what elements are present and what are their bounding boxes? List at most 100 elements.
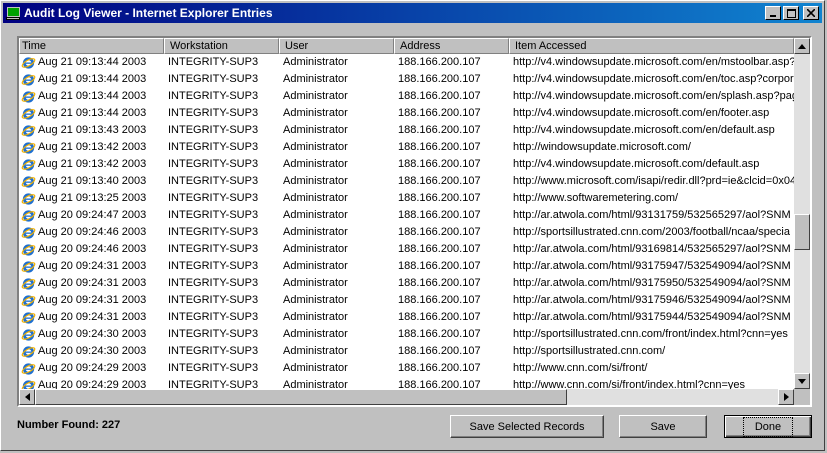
cell-time: Aug 21 09:13:43 2003 [19,122,164,139]
column-header-address[interactable]: Address [394,38,509,54]
table-row[interactable]: Aug 20 09:24:31 2003 INTEGRITY-SUP3 Admini… [19,292,794,309]
table-row[interactable]: Aug 20 09:24:47 2003 INTEGRITY-SUP3 Admini… [19,207,794,224]
cell-workstation: INTEGRITY-SUP3 [168,56,259,68]
table-row[interactable]: Aug 20 09:24:29 2003 INTEGRITY-SUP3 Admini… [19,377,794,389]
internet-explorer-icon [21,276,36,291]
save-label: Save [650,420,676,433]
cell-time: Aug 20 09:24:29 2003 [19,360,164,377]
window-title: Audit Log Viewer - Internet Explorer Ent… [24,6,273,20]
cell-time-text: Aug 20 09:24:31 2003 [38,294,147,306]
close-button[interactable] [803,6,819,20]
title-bar[interactable]: Audit Log Viewer - Internet Explorer Ent… [3,3,822,23]
cell-user: Administrator [283,362,348,374]
vertical-scroll-thumb[interactable] [794,214,810,250]
scroll-down-button[interactable] [794,373,810,389]
cell-address: 188.166.200.107 [398,345,481,357]
table-row[interactable]: Aug 21 09:13:44 2003 INTEGRITY-SUP3 Admini… [19,71,794,88]
cell-item-accessed: http://v4.windowsupdate.microsoft.com/en… [513,124,775,136]
cell-workstation: INTEGRITY-SUP3 [168,158,259,170]
cell-item-accessed: http://v4.windowsupdate.microsoft.com/de… [513,158,760,170]
cell-user: Administrator [283,243,348,255]
cell-address: 188.166.200.107 [398,73,481,85]
column-header-item-accessed[interactable]: Item Accessed [509,38,794,54]
table-row[interactable]: Aug 20 09:24:31 2003 INTEGRITY-SUP3 Admini… [19,309,794,326]
arrow-left-icon [24,393,30,401]
column-header-user[interactable]: User [279,38,394,54]
cell-item-accessed: http://sportsillustrated.cnn.com/front/i… [513,328,788,340]
table-row[interactable]: Aug 20 09:24:46 2003 INTEGRITY-SUP3 Admini… [19,224,794,241]
table-row[interactable]: Aug 20 09:24:46 2003 INTEGRITY-SUP3 Admini… [19,241,794,258]
cell-user: Administrator [283,345,348,357]
horizontal-scroll-thumb[interactable] [35,389,567,405]
cell-time: Aug 20 09:24:31 2003 [19,258,164,275]
audit-log-window: Audit Log Viewer - Internet Explorer Ent… [0,0,825,451]
internet-explorer-icon [21,89,36,104]
cell-user: Administrator [283,73,348,85]
internet-explorer-icon [21,378,36,389]
cell-user: Administrator [283,328,348,340]
cell-item-accessed: http://ar.atwola.com/html/93175946/53254… [513,294,791,306]
cell-time: Aug 21 09:13:44 2003 [19,88,164,105]
cell-time: Aug 21 09:13:42 2003 [19,156,164,173]
table-row[interactable]: Aug 21 09:13:42 2003 INTEGRITY-SUP3 Admini… [19,156,794,173]
list-body: Aug 21 09:13:44 2003 INTEGRITY-SUP3 Admini… [19,54,794,389]
cell-time-text: Aug 20 09:24:30 2003 [38,345,147,357]
cell-item-accessed: http://www.cnn.com/si/front/index.html?c… [513,379,746,389]
table-row[interactable]: Aug 21 09:13:43 2003 INTEGRITY-SUP3 Admini… [19,122,794,139]
table-row[interactable]: Aug 20 09:24:31 2003 INTEGRITY-SUP3 Admini… [19,275,794,292]
horizontal-scrollbar[interactable] [19,389,794,405]
cell-time-text: Aug 20 09:24:29 2003 [38,379,147,389]
internet-explorer-icon [21,174,36,189]
table-row[interactable]: Aug 20 09:24:31 2003 INTEGRITY-SUP3 Admini… [19,258,794,275]
column-header-workstation[interactable]: Workstation [164,38,279,54]
internet-explorer-icon [21,327,36,342]
list-header: Time Workstation User Address Item Accessed [19,38,794,54]
table-row[interactable]: Aug 21 09:13:42 2003 INTEGRITY-SUP3 Admini… [19,139,794,156]
table-row[interactable]: Aug 21 09:13:44 2003 INTEGRITY-SUP3 Admini… [19,88,794,105]
minimize-button[interactable] [765,6,781,20]
cell-time-text: Aug 20 09:24:31 2003 [38,311,147,323]
table-row[interactable]: Aug 20 09:24:30 2003 INTEGRITY-SUP3 Admini… [19,326,794,343]
cell-workstation: INTEGRITY-SUP3 [168,362,259,374]
internet-explorer-icon [21,225,36,240]
done-button[interactable]: Done [724,415,812,438]
scroll-up-button[interactable] [794,38,810,54]
cell-address: 188.166.200.107 [398,124,481,136]
cell-item-accessed: http://www.microsoft.com/isapi/redir.dll… [513,175,794,187]
internet-explorer-icon [21,72,36,87]
cell-address: 188.166.200.107 [398,192,481,204]
table-row[interactable]: Aug 21 09:13:40 2003 INTEGRITY-SUP3 Admini… [19,173,794,190]
internet-explorer-icon [21,242,36,257]
maximize-button[interactable] [783,6,799,20]
table-row[interactable]: Aug 21 09:13:44 2003 INTEGRITY-SUP3 Admini… [19,105,794,122]
save-selected-records-button[interactable]: Save Selected Records [450,415,604,438]
table-row[interactable]: Aug 20 09:24:29 2003 INTEGRITY-SUP3 Admini… [19,360,794,377]
cell-address: 188.166.200.107 [398,209,481,221]
vertical-scrollbar[interactable] [794,38,810,389]
cell-time-text: Aug 21 09:13:25 2003 [38,192,147,204]
cell-time: Aug 20 09:24:46 2003 [19,224,164,241]
table-row[interactable]: Aug 20 09:24:30 2003 INTEGRITY-SUP3 Admini… [19,343,794,360]
cell-item-accessed: http://ar.atwola.com/html/93131759/53256… [513,209,791,221]
column-header-time[interactable]: Time [19,38,164,54]
cell-item-accessed: http://ar.atwola.com/html/93175944/53254… [513,311,791,323]
cell-time-text: Aug 21 09:13:44 2003 [38,56,147,68]
table-row[interactable]: Aug 21 09:13:25 2003 INTEGRITY-SUP3 Admini… [19,190,794,207]
arrow-right-icon [783,393,789,401]
table-row[interactable]: Aug 21 09:13:44 2003 INTEGRITY-SUP3 Admini… [19,54,794,71]
cell-time: Aug 21 09:13:44 2003 [19,54,164,71]
scroll-left-button[interactable] [19,389,35,405]
cell-user: Administrator [283,124,348,136]
save-button[interactable]: Save [619,415,707,438]
cell-address: 188.166.200.107 [398,328,481,340]
scroll-right-button[interactable] [778,389,794,405]
cell-time-text: Aug 20 09:24:29 2003 [38,362,147,374]
cell-user: Administrator [283,175,348,187]
cell-time-text: Aug 21 09:13:42 2003 [38,141,147,153]
cell-workstation: INTEGRITY-SUP3 [168,141,259,153]
audit-entries-list[interactable]: Time Workstation User Address Item Accessed … [17,36,812,407]
internet-explorer-icon [21,55,36,70]
cell-address: 188.166.200.107 [398,107,481,119]
cell-time: Aug 20 09:24:47 2003 [19,207,164,224]
cell-address: 188.166.200.107 [398,260,481,272]
